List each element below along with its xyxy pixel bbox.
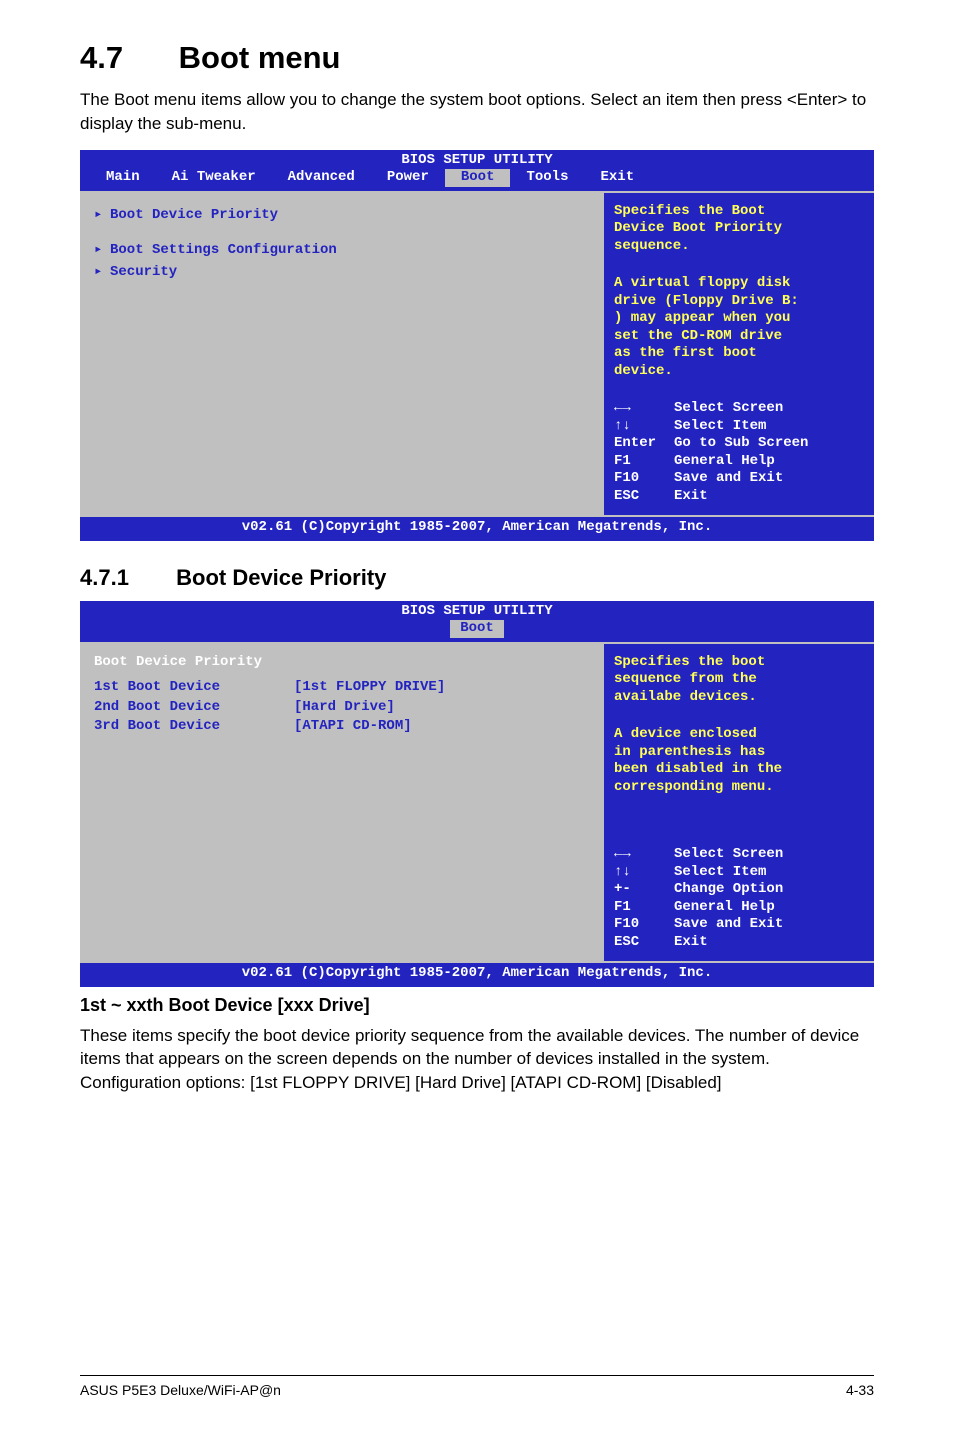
legend-val: Select Screen (674, 846, 783, 864)
help-line: sequence from the (614, 671, 864, 689)
bios-help-panel: Specifies the Boot Device Boot Priority … (604, 193, 874, 516)
help-line: device. (614, 363, 864, 381)
help-line: A device enclosed (614, 726, 864, 744)
subsection-number: 4.7.1 (80, 565, 170, 591)
option-3rd-boot-device[interactable]: 3rd Boot Device [ATAPI CD-ROM] (94, 718, 588, 736)
legend-val: Go to Sub Screen (674, 435, 808, 453)
menu-label: Boot Settings Configuration (110, 242, 337, 260)
tab-exit[interactable]: Exit (584, 169, 650, 187)
legend-key: ESC (614, 934, 674, 952)
help-line: corresponding menu. (614, 779, 864, 797)
submenu-arrow-icon: ▸ (94, 264, 110, 282)
submenu-arrow-icon: ▸ (94, 207, 110, 225)
submenu-arrow-icon: ▸ (94, 242, 110, 260)
help-line: A virtual floppy disk (614, 275, 864, 293)
legend-val: General Help (674, 899, 775, 917)
subsection-heading: 4.7.1 Boot Device Priority (80, 565, 874, 591)
legend-val: Change Option (674, 881, 783, 899)
option-label: 2nd Boot Device (94, 699, 294, 717)
section-heading: 4.7 Boot menu (80, 40, 874, 76)
legend-key: ↑↓ (614, 864, 674, 882)
bios-title: BIOS SETUP UTILITY (80, 150, 874, 170)
section-number: 4.7 (80, 40, 170, 76)
bios-copyright: v02.61 (C)Copyright 1985-2007, American … (80, 517, 874, 541)
subsection-title: Boot Device Priority (176, 565, 386, 590)
menu-item-boot-settings-configuration[interactable]: ▸ Boot Settings Configuration (94, 242, 588, 260)
tab-main[interactable]: Main (90, 169, 156, 187)
option-value: [1st FLOPPY DRIVE] (294, 679, 445, 697)
legend-val: General Help (674, 453, 775, 471)
legend-val: Save and Exit (674, 470, 783, 488)
legend-key: Enter (614, 435, 674, 453)
legend-val: Select Item (674, 864, 766, 882)
legend-block: ←→Select Screen ↑↓Select Item +-Change O… (614, 846, 864, 951)
legend-val: Select Item (674, 418, 766, 436)
help-line: sequence. (614, 238, 864, 256)
option-label: 1st Boot Device (94, 679, 294, 697)
legend-key: F10 (614, 916, 674, 934)
legend-key: ←→ (614, 846, 674, 864)
menu-label: Boot Device Priority (110, 207, 278, 225)
tab-power[interactable]: Power (371, 169, 445, 187)
tab-tools[interactable]: Tools (510, 169, 584, 187)
option-label: 3rd Boot Device (94, 718, 294, 736)
bios-screenshot-boot-menu: BIOS SETUP UTILITY Main Ai Tweaker Advan… (80, 150, 874, 541)
help-line: been disabled in the (614, 761, 864, 779)
bios-left-panel: ▸ Boot Device Priority ▸ Boot Settings C… (80, 193, 604, 516)
legend-key: ↑↓ (614, 418, 674, 436)
option-description: These items specify the boot device prio… (80, 1024, 874, 1095)
help-line: availabe devices. (614, 689, 864, 707)
section-title: Boot menu (179, 40, 341, 75)
tab-advanced[interactable]: Advanced (272, 169, 371, 187)
section-intro: The Boot menu items allow you to change … (80, 88, 874, 136)
legend-key: ←→ (614, 400, 674, 418)
help-line: in parenthesis has (614, 744, 864, 762)
option-2nd-boot-device[interactable]: 2nd Boot Device [Hard Drive] (94, 699, 588, 717)
legend-key: F10 (614, 470, 674, 488)
help-line: Device Boot Priority (614, 220, 864, 238)
bios-left-panel: Boot Device Priority 1st Boot Device [1s… (80, 644, 604, 962)
option-value: [Hard Drive] (294, 699, 395, 717)
menu-item-security[interactable]: ▸ Security (94, 264, 588, 282)
legend-val: Save and Exit (674, 916, 783, 934)
option-value: [ATAPI CD-ROM] (294, 718, 412, 736)
tab-ai-tweaker[interactable]: Ai Tweaker (156, 169, 272, 187)
page-footer-product: ASUS P5E3 Deluxe/WiFi-AP@n (80, 1382, 281, 1398)
help-line: Specifies the Boot (614, 203, 864, 221)
legend-key: F1 (614, 899, 674, 917)
option-heading: 1st ~ xxth Boot Device [xxx Drive] (80, 995, 874, 1016)
legend-key: F1 (614, 453, 674, 471)
tab-boot[interactable]: Boot (445, 169, 511, 187)
bios-screenshot-boot-device-priority: BIOS SETUP UTILITY Boot Boot Device Prio… (80, 601, 874, 987)
panel-title: Boot Device Priority (94, 654, 588, 672)
tab-boot[interactable]: Boot (450, 620, 504, 638)
help-line: as the first boot (614, 345, 864, 363)
help-line: set the CD-ROM drive (614, 328, 864, 346)
bios-help-panel: Specifies the boot sequence from the ava… (604, 644, 874, 962)
legend-key: +- (614, 881, 674, 899)
legend-val: Exit (674, 934, 708, 952)
bios-tabs: Main Ai Tweaker Advanced Power Boot Tool… (80, 169, 874, 191)
page-footer-number: 4-33 (846, 1382, 874, 1398)
bios-title: BIOS SETUP UTILITY (401, 603, 552, 619)
legend-val: Exit (674, 488, 708, 506)
legend-key: ESC (614, 488, 674, 506)
bios-copyright: v02.61 (C)Copyright 1985-2007, American … (80, 963, 874, 987)
menu-label: Security (110, 264, 177, 282)
menu-item-boot-device-priority[interactable]: ▸ Boot Device Priority (94, 207, 588, 225)
help-line: drive (Floppy Drive B: (614, 293, 864, 311)
help-line: ) may appear when you (614, 310, 864, 328)
legend-val: Select Screen (674, 400, 783, 418)
legend-block: ←→Select Screen ↑↓Select Item EnterGo to… (614, 400, 864, 505)
help-line: Specifies the boot (614, 654, 864, 672)
option-1st-boot-device[interactable]: 1st Boot Device [1st FLOPPY DRIVE] (94, 679, 588, 697)
